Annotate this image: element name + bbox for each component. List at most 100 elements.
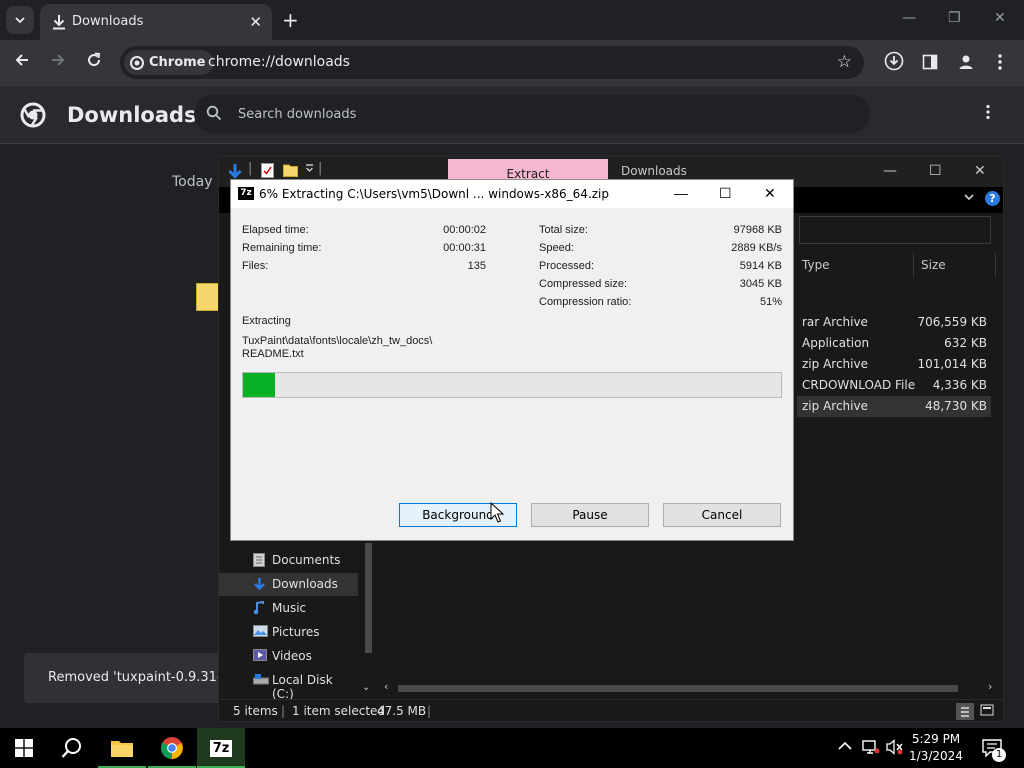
scrollbar-thumb[interactable] (398, 685, 958, 692)
reload-button[interactable] (86, 52, 102, 72)
extract-progress-dialog: 7z 6% Extracting C:\Users\vm5\Downl ... … (230, 179, 794, 541)
network-icon[interactable] (862, 739, 880, 759)
nav-item-documents[interactable]: Documents (219, 549, 358, 572)
documents-icon (253, 553, 265, 571)
7zip-app-icon: 7z (209, 739, 233, 757)
taskbar-7zip[interactable]: 7z (197, 728, 245, 768)
chrome-toolbar: Chrome chrome://downloads ☆ (0, 40, 1024, 86)
search-input[interactable] (238, 104, 838, 124)
large-icons-view-icon (980, 704, 994, 716)
nav-item-music[interactable]: Music (219, 597, 358, 620)
tab-downloads[interactable]: Downloads ✕ (40, 4, 272, 40)
page-menu-button[interactable] (986, 104, 990, 124)
folder-icon (111, 741, 133, 757)
explorer-search-box[interactable] (799, 216, 991, 244)
search-icon (206, 105, 222, 121)
taskbar-file-explorer[interactable] (98, 728, 146, 768)
customize-quick-access-icon[interactable] (305, 161, 314, 177)
close-window-button[interactable]: ✕ (994, 10, 1006, 26)
elapsed-time-value: 00:00:02 (443, 224, 486, 236)
arrow-left-icon (15, 54, 28, 66)
separator: | (281, 704, 286, 718)
windows-logo-icon (15, 739, 33, 757)
mouse-cursor-icon (490, 502, 504, 523)
back-button[interactable] (14, 52, 30, 72)
restore-button[interactable]: ❐ (948, 10, 961, 26)
column-separator[interactable] (995, 253, 996, 277)
scrollbar-thumb[interactable] (365, 543, 372, 653)
downloads-page-header: Downloads (0, 86, 1024, 144)
chrome-menu-button[interactable] (998, 53, 1002, 75)
nav-item-local-disk[interactable]: Local Disk (C:) (219, 669, 358, 701)
nav-item-pictures[interactable]: Pictures (219, 621, 358, 644)
show-hidden-icons-button[interactable] (838, 739, 852, 755)
site-info-chip[interactable]: Chrome (124, 50, 214, 75)
file-row[interactable]: zip Archive 101,014 KB (797, 354, 991, 375)
tab-search-button[interactable] (6, 6, 34, 34)
explorer-minimize-button[interactable]: — (883, 163, 897, 179)
nav-label: Music (272, 601, 307, 615)
nav-item-videos[interactable]: Videos (219, 645, 358, 668)
taskbar: 7z 5:29 PM 1/3/2024 1 (0, 728, 1024, 768)
explorer-title: Downloads (621, 164, 687, 178)
file-row[interactable]: Application 632 KB (797, 333, 991, 354)
progress-fill (243, 373, 276, 397)
dialog-minimize-button[interactable]: — (674, 185, 688, 201)
forward-button[interactable] (50, 52, 66, 72)
omnibox[interactable]: Chrome chrome://downloads ☆ (120, 46, 864, 79)
scroll-right-icon[interactable]: › (988, 680, 992, 693)
file-type: CRDOWNLOAD File (802, 378, 916, 392)
taskbar-search-button[interactable] (48, 728, 96, 768)
nav-pane-scrollbar[interactable] (361, 543, 376, 697)
help-icon[interactable]: ? (985, 191, 1000, 206)
horizontal-scrollbar[interactable]: ‹ › (380, 680, 1000, 695)
dialog-maximize-button[interactable]: ☐ (719, 185, 732, 202)
downloads-search-box[interactable] (194, 95, 870, 133)
volume-muted-icon[interactable] (886, 739, 904, 759)
large-icons-view-button[interactable] (980, 704, 994, 719)
dialog-close-button[interactable]: ✕ (764, 185, 776, 202)
scroll-down-icon[interactable]: ⌄ (362, 682, 370, 693)
expand-ribbon-icon[interactable] (963, 191, 975, 206)
compressed-size-value: 3045 KB (739, 278, 782, 290)
file-size: 4,336 KB (932, 378, 987, 392)
file-row-selected[interactable]: zip Archive 48,730 KB (797, 396, 991, 417)
bookmark-star-icon[interactable]: ☆ (837, 52, 852, 72)
selection-size: 47.5 MB (377, 704, 427, 718)
speed-label: Speed: (539, 242, 574, 254)
column-size-header[interactable]: Size (921, 258, 946, 272)
cancel-button[interactable]: Cancel (663, 503, 781, 527)
explorer-maximize-button[interactable]: ☐ (929, 163, 942, 179)
arrow-right-icon (52, 54, 65, 66)
current-file-path: TuxPaint\data\fonts\locale\zh_tw_docs\ (242, 335, 433, 347)
nav-item-downloads[interactable]: Downloads (219, 573, 358, 596)
downloads-toolbar-button[interactable] (884, 51, 904, 75)
file-type: rar Archive (802, 315, 868, 329)
file-row[interactable]: rar Archive 706,559 KB (797, 312, 991, 333)
notification-center-button[interactable]: 1 (982, 739, 1006, 762)
nav-label: Local Disk (C:) (272, 673, 333, 701)
explorer-close-button[interactable]: ✕ (974, 163, 986, 179)
pause-button[interactable]: Pause (531, 503, 649, 527)
download-circle-icon (884, 51, 904, 71)
system-clock[interactable]: 5:29 PM 1/3/2024 (906, 731, 966, 765)
profile-button[interactable] (957, 53, 975, 75)
chevron-down-icon (15, 17, 25, 24)
taskbar-chrome[interactable] (148, 728, 196, 768)
file-size: 101,014 KB (917, 357, 987, 371)
side-panel-button[interactable] (922, 54, 938, 74)
minimize-button[interactable]: — (902, 10, 916, 26)
file-row[interactable]: CRDOWNLOAD File 4,336 KB (797, 375, 991, 396)
compression-ratio-label: Compression ratio: (539, 296, 632, 308)
new-tab-button[interactable]: + (282, 8, 299, 32)
column-type-header[interactable]: Type (802, 258, 830, 272)
selection-count: 1 item selected (292, 704, 386, 718)
details-view-button[interactable] (956, 703, 974, 720)
url-text[interactable]: chrome://downloads (208, 54, 350, 70)
compression-ratio-value: 51% (759, 296, 782, 308)
nav-label: Videos (272, 649, 312, 663)
scroll-left-icon[interactable]: ‹ (384, 680, 388, 693)
column-separator[interactable] (913, 253, 914, 277)
start-button[interactable] (0, 728, 48, 768)
close-tab-icon[interactable]: ✕ (249, 13, 262, 31)
